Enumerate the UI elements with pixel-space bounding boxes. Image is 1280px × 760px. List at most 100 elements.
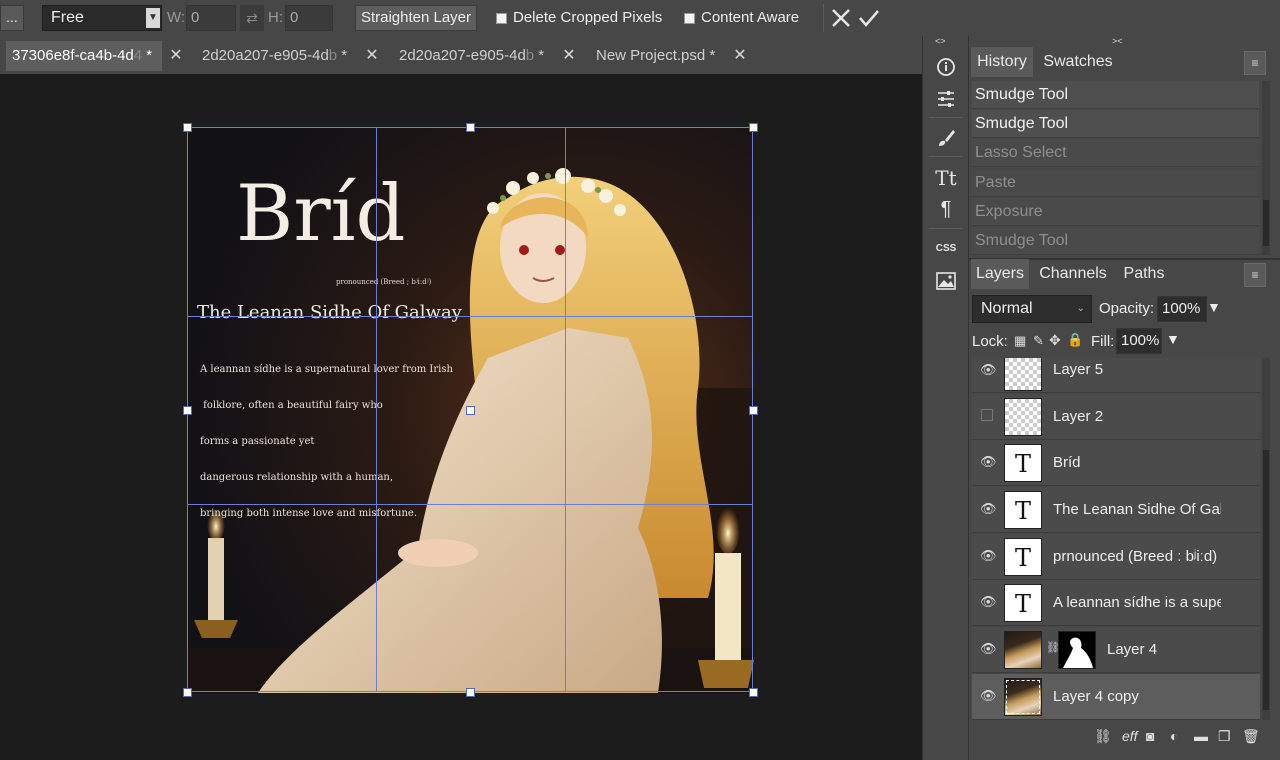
crop-handle-bottom[interactable] xyxy=(466,688,475,697)
tab-document-1[interactable]: 37306e8f-ca4b-4d4 * xyxy=(6,41,162,71)
visibility-eye-icon[interactable]: 👁 xyxy=(980,362,997,378)
lock-move-icon[interactable]: ✥ xyxy=(1049,332,1061,349)
crop-handle-top-left[interactable] xyxy=(183,123,192,132)
layer-row[interactable]: 👁 T Bríd xyxy=(972,440,1260,486)
tab-history[interactable]: History xyxy=(971,47,1033,77)
layer-mask-thumbnail[interactable] xyxy=(1058,631,1096,669)
cancel-crop-icon[interactable] xyxy=(830,6,852,30)
history-item[interactable]: Smudge Tool xyxy=(972,227,1259,255)
history-scroll-thumb[interactable] xyxy=(1263,200,1269,246)
visibility-toggle-off[interactable] xyxy=(981,409,993,421)
layers-menu-icon[interactable]: ≡ xyxy=(1244,263,1266,287)
visibility-eye-icon[interactable]: 👁 xyxy=(980,454,997,470)
blend-mode-select[interactable]: Normal ⌄ xyxy=(972,295,1092,323)
tab-layers[interactable]: Layers xyxy=(971,259,1029,289)
close-tab-icon[interactable]: ✕ xyxy=(561,46,577,66)
crop-handle-bottom-right[interactable] xyxy=(749,688,758,697)
fill-input[interactable]: 100% xyxy=(1116,328,1162,354)
straighten-layer-button[interactable]: Straighten Layer xyxy=(355,5,477,31)
more-options-button[interactable]: ... xyxy=(0,5,24,31)
history-item[interactable]: Smudge Tool xyxy=(972,110,1259,138)
visibility-eye-icon[interactable]: 👁 xyxy=(980,548,997,564)
height-input[interactable]: 0 xyxy=(285,5,333,31)
crop-handle-top-right[interactable] xyxy=(749,123,758,132)
info-icon[interactable] xyxy=(930,52,962,82)
text-layer-icon: T xyxy=(1004,444,1042,482)
layer-name: Layer 2 xyxy=(1053,408,1104,425)
aspect-ratio-select[interactable]: Free ▼ xyxy=(42,5,162,31)
divider xyxy=(929,156,963,157)
paragraph-icon[interactable]: ¶ xyxy=(930,194,962,224)
mask-icon[interactable]: ◙ xyxy=(1146,728,1154,744)
tab-document-3[interactable]: 2d20a207-e905-4db * xyxy=(393,41,551,71)
lock-transparency-icon[interactable]: ▦ xyxy=(1014,333,1026,349)
close-tab-icon[interactable]: ✕ xyxy=(732,46,748,66)
opacity-dropdown-icon[interactable]: ▼ xyxy=(1207,299,1221,315)
history-menu-icon[interactable]: ≡ xyxy=(1244,51,1266,75)
layer-row[interactable]: 👁 ⛓ Layer 4 xyxy=(972,627,1260,673)
layer-name: Layer 5 xyxy=(1053,361,1104,378)
opacity-input[interactable]: 100% xyxy=(1157,296,1207,322)
trash-icon[interactable]: 🗑 xyxy=(1242,728,1260,745)
brush-icon[interactable] xyxy=(930,123,962,153)
options-bar: ... Free ▼ W: 0 ⇄ H: 0 Straighten Layer … xyxy=(0,0,1280,36)
layer-row[interactable]: 👁 Layer 5 xyxy=(972,358,1260,393)
crop-handle-left[interactable] xyxy=(183,406,192,415)
history-item[interactable]: Smudge Tool xyxy=(972,81,1259,109)
history-item[interactable]: Exposure xyxy=(972,198,1259,226)
delete-cropped-checkbox[interactable] xyxy=(496,13,507,24)
crop-handle-center[interactable] xyxy=(466,406,475,415)
layer-row-selected[interactable]: 👁 Layer 4 copy xyxy=(972,674,1260,720)
crop-handle-bottom-left[interactable] xyxy=(183,688,192,697)
character-icon[interactable]: Tt xyxy=(930,163,962,193)
lock-all-icon[interactable]: 🔒 xyxy=(1067,332,1083,348)
collapse-arrows-icon[interactable]: >< xyxy=(1112,36,1123,46)
layer-row[interactable]: 👁 T prnounced (Breed : bʲiːd) xyxy=(972,534,1260,580)
tab-channels[interactable]: Channels xyxy=(1034,259,1112,289)
text-layer-icon: T xyxy=(1004,584,1042,622)
layer-name: The Leanan Sidhe Of Galway xyxy=(1053,501,1221,518)
tab-label-fade: b xyxy=(525,47,535,64)
visibility-eye-icon[interactable]: 👁 xyxy=(980,641,997,657)
tab-swatches[interactable]: Swatches xyxy=(1038,47,1118,77)
aspect-ratio-value: Free xyxy=(51,9,84,26)
layer-name: Layer 4 xyxy=(1107,641,1158,658)
folder-icon[interactable]: ▬ xyxy=(1194,728,1208,744)
swap-dimensions-icon[interactable]: ⇄ xyxy=(240,5,264,31)
crop-handle-top[interactable] xyxy=(466,123,475,132)
tab-document-4[interactable]: New Project.psd * xyxy=(590,41,726,71)
close-tab-icon[interactable]: ✕ xyxy=(364,46,380,66)
tab-modified-marker: * xyxy=(337,47,348,64)
visibility-eye-icon[interactable]: 👁 xyxy=(980,501,997,517)
layer-row[interactable]: 👁 T A leannan sídhe is a supernatural lo… xyxy=(972,580,1260,626)
link-icon[interactable]: ⛓ xyxy=(1094,728,1112,745)
fill-dropdown-icon[interactable]: ▼ xyxy=(1166,331,1180,347)
close-tab-icon[interactable]: ✕ xyxy=(168,46,184,66)
lock-label: Lock: xyxy=(972,333,1008,350)
effects-icon[interactable]: eff xyxy=(1122,728,1138,744)
visibility-eye-icon[interactable]: 👁 xyxy=(980,594,997,610)
layer-row[interactable]: Layer 2 xyxy=(972,394,1260,440)
history-item[interactable]: Lasso Select xyxy=(972,139,1259,167)
lock-paint-icon[interactable]: ✎ xyxy=(1033,333,1044,349)
adjustment-icon[interactable]: ◐ xyxy=(1170,728,1178,744)
history-item[interactable]: Paste xyxy=(972,169,1259,197)
delete-cropped-label: Delete Cropped Pixels xyxy=(513,9,663,26)
css-icon[interactable]: CSS xyxy=(930,234,962,264)
tab-paths[interactable]: Paths xyxy=(1116,259,1172,289)
collapse-arrows-icon[interactable]: <> xyxy=(935,36,946,46)
visibility-eye-icon[interactable]: 👁 xyxy=(980,688,997,704)
crop-handle-right[interactable] xyxy=(749,406,758,415)
tab-document-2[interactable]: 2d20a207-e905-4db * xyxy=(196,41,354,71)
layer-row[interactable]: 👁 T The Leanan Sidhe Of Galway xyxy=(972,487,1260,533)
tab-label-fade: 4 xyxy=(133,47,143,64)
confirm-crop-icon[interactable] xyxy=(858,6,880,30)
new-layer-icon[interactable]: ❐ xyxy=(1218,728,1231,745)
width-input[interactable]: 0 xyxy=(186,5,236,31)
image-icon[interactable] xyxy=(930,266,962,296)
layers-scroll-thumb[interactable] xyxy=(1263,450,1269,710)
adjustments-icon[interactable] xyxy=(930,84,962,114)
height-label: H: xyxy=(268,9,283,26)
content-aware-checkbox[interactable] xyxy=(684,13,695,24)
chevron-down-icon: ▼ xyxy=(146,8,160,28)
